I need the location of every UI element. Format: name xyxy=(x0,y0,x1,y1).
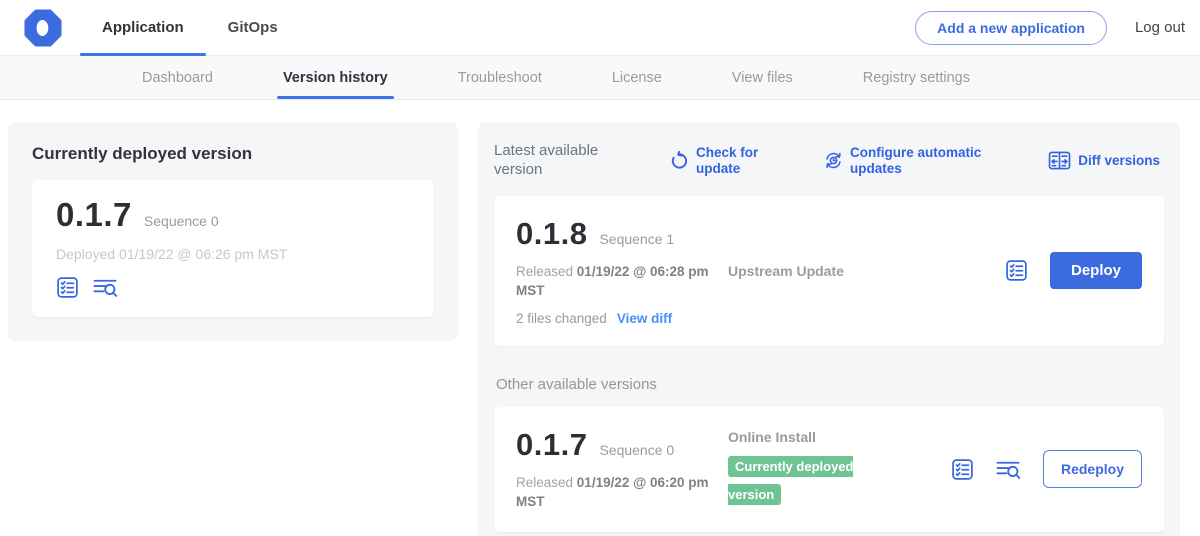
other-released-timestamp: Released 01/19/22 @ 06:20 pm MST xyxy=(516,473,721,512)
diff-icon xyxy=(1048,151,1071,170)
currently-deployed-panel: Currently deployed version 0.1.7 Sequenc… xyxy=(8,122,458,341)
top-nav: Application GitOps Add a new application… xyxy=(0,0,1200,56)
configure-updates-link[interactable]: Configure automatic updates xyxy=(824,145,1000,177)
preflight-checks-icon[interactable] xyxy=(1005,259,1028,282)
tab-registry-settings[interactable]: Registry settings xyxy=(863,56,970,99)
logout-link[interactable]: Log out xyxy=(1135,19,1185,36)
topnav-right: Add a new application Log out xyxy=(915,0,1185,55)
currently-deployed-title: Currently deployed version xyxy=(32,144,434,164)
tab-application-label: Application xyxy=(102,19,184,36)
tab-troubleshoot[interactable]: Troubleshoot xyxy=(458,56,542,99)
tab-gitops[interactable]: GitOps xyxy=(206,0,300,55)
refresh-icon xyxy=(670,151,689,170)
current-version-number: 0.1.7 xyxy=(56,196,132,234)
tab-dashboard[interactable]: Dashboard xyxy=(142,56,213,99)
preflight-checks-icon[interactable] xyxy=(951,458,974,481)
latest-released-timestamp: Released 01/19/22 @ 06:28 pm MST xyxy=(516,262,721,301)
view-diff-link[interactable]: View diff xyxy=(617,311,672,326)
check-for-update-link[interactable]: Check for update xyxy=(670,145,762,177)
available-versions-panel: Latest available version Check for updat… xyxy=(478,122,1180,536)
other-versions-title: Other available versions xyxy=(496,376,1164,393)
view-logs-icon[interactable] xyxy=(996,458,1021,481)
currently-deployed-badge: Currently deployed version xyxy=(728,456,853,505)
latest-version-sequence: Sequence 1 xyxy=(599,231,674,247)
tab-version-history[interactable]: Version history xyxy=(283,56,388,99)
deployed-timestamp: Deployed 01/19/22 @ 06:26 pm MST xyxy=(56,246,410,262)
latest-available-title: Latest available version xyxy=(494,142,626,180)
current-version-sequence: Sequence 0 xyxy=(144,213,219,229)
current-version-card: 0.1.7 Sequence 0 Deployed 01/19/22 @ 06:… xyxy=(32,180,434,317)
view-logs-icon[interactable] xyxy=(93,276,118,299)
available-versions-header: Latest available version Check for updat… xyxy=(494,142,1164,180)
admin-console-page: Application GitOps Add a new application… xyxy=(0,0,1200,536)
deployed-badge-wrap: Currently deployed version xyxy=(728,453,876,509)
auto-update-icon xyxy=(824,151,843,170)
tab-application[interactable]: Application xyxy=(80,0,206,55)
tab-view-files[interactable]: View files xyxy=(732,56,793,99)
tab-license[interactable]: License xyxy=(612,56,662,99)
topnav-tabs: Application GitOps xyxy=(80,0,300,55)
released-prefix: Released xyxy=(516,264,577,279)
latest-version-number: 0.1.8 xyxy=(516,216,587,252)
latest-version-source: Upstream Update xyxy=(728,263,844,279)
add-application-button[interactable]: Add a new application xyxy=(915,11,1107,45)
kots-logo-icon xyxy=(24,9,62,47)
other-version-sequence: Sequence 0 xyxy=(599,442,674,458)
main-content: Currently deployed version 0.1.7 Sequenc… xyxy=(0,100,1200,536)
other-version-source: Online Install xyxy=(728,429,876,445)
diff-versions-label: Diff versions xyxy=(1078,153,1160,169)
deploy-button[interactable]: Deploy xyxy=(1050,252,1142,289)
other-version-number: 0.1.7 xyxy=(516,427,587,463)
files-changed-label: 2 files changed xyxy=(516,311,607,326)
diff-versions-link[interactable]: Diff versions xyxy=(1048,151,1160,170)
check-for-update-label: Check for update xyxy=(696,145,762,177)
app-sub-nav: Dashboard Version history Troubleshoot L… xyxy=(0,56,1200,100)
configure-updates-label: Configure automatic updates xyxy=(850,145,1000,177)
latest-version-card: 0.1.8 Sequence 1 Released 01/19/22 @ 06:… xyxy=(494,196,1164,346)
released-prefix: Released xyxy=(516,475,577,490)
redeploy-button[interactable]: Redeploy xyxy=(1043,450,1142,488)
app-logo[interactable] xyxy=(24,0,62,55)
preflight-checks-icon[interactable] xyxy=(56,276,79,299)
other-version-card: 0.1.7 Sequence 0 Released 01/19/22 @ 06:… xyxy=(494,407,1164,532)
tab-gitops-label: GitOps xyxy=(228,19,278,36)
